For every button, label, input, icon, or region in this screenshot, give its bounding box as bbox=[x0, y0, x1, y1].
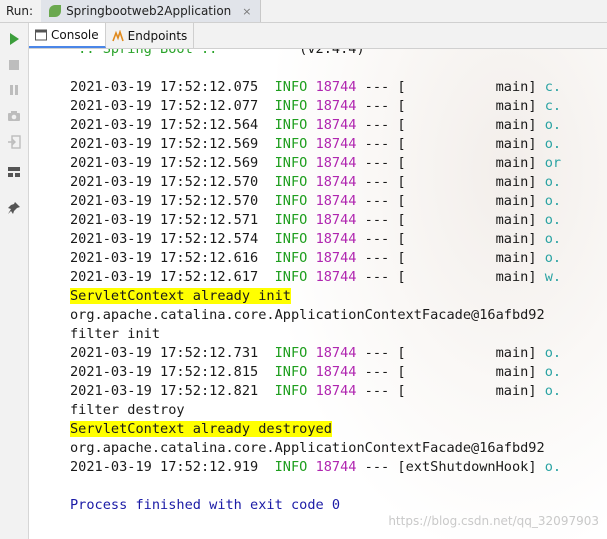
exit-icon bbox=[8, 135, 21, 149]
tab-endpoints-label: Endpoints bbox=[127, 28, 188, 43]
console-text: :: Spring Boot :: (v2.4.4) 2021-03-19 17… bbox=[70, 49, 561, 515]
exit-button[interactable] bbox=[5, 133, 23, 151]
filter-destroy-line: filter destroy bbox=[70, 402, 185, 418]
pause-icon bbox=[10, 85, 18, 95]
log-line: 2021-03-19 17:52:12.815 INFO 18744 --- [… bbox=[70, 364, 562, 380]
pin-icon bbox=[8, 202, 20, 214]
pause-button[interactable] bbox=[5, 81, 23, 99]
run-tool-strip bbox=[0, 23, 29, 539]
log-line: 2021-03-19 17:52:12.075 INFO 18744 --- [… bbox=[70, 79, 562, 95]
log-line: 2021-03-19 17:52:12.077 INFO 18744 --- [… bbox=[70, 98, 562, 114]
filter-init-line: filter init bbox=[70, 326, 161, 342]
pin-tab-button[interactable] bbox=[5, 199, 23, 217]
log-line: 2021-03-19 17:52:12.569 INFO 18744 --- [… bbox=[70, 155, 562, 171]
endpoints-icon bbox=[111, 29, 124, 41]
tab-console[interactable]: Console bbox=[29, 23, 106, 48]
play-icon bbox=[10, 33, 19, 45]
log-line: 2021-03-19 17:52:12.731 INFO 18744 --- [… bbox=[70, 345, 562, 361]
log-line: 2021-03-19 17:52:12.616 INFO 18744 --- [… bbox=[70, 250, 562, 266]
stop-icon bbox=[9, 60, 19, 70]
layout-button[interactable] bbox=[5, 163, 23, 181]
camera-icon bbox=[8, 111, 20, 121]
run-toolbar: Run: Springbootweb2Application × bbox=[0, 0, 607, 23]
log-line: 2021-03-19 17:52:12.617 INFO 18744 --- [… bbox=[70, 269, 562, 285]
console-tab-row: Console Endpoints bbox=[29, 23, 607, 49]
servlet-destroyed-line: ServletContext already destroyed bbox=[70, 421, 332, 437]
log-line: 2021-03-19 17:52:12.570 INFO 18744 --- [… bbox=[70, 193, 562, 209]
log-line: 2021-03-19 17:52:12.571 INFO 18744 --- [… bbox=[70, 212, 562, 228]
servlet-init-line: ServletContext already init bbox=[70, 288, 291, 304]
run-config-tab[interactable]: Springbootweb2Application × bbox=[41, 0, 261, 22]
console-icon bbox=[35, 29, 47, 40]
log-line: 2021-03-19 17:52:12.564 INFO 18744 --- [… bbox=[70, 117, 562, 133]
run-config-title: Springbootweb2Application bbox=[66, 4, 232, 18]
log-line: 2021-03-19 17:52:12.574 INFO 18744 --- [… bbox=[70, 231, 562, 247]
log-line: 2021-03-19 17:52:12.570 INFO 18744 --- [… bbox=[70, 174, 562, 190]
facade-line: org.apache.catalina.core.ApplicationCont… bbox=[70, 307, 545, 323]
facade-line: org.apache.catalina.core.ApplicationCont… bbox=[70, 440, 545, 456]
log-line: 2021-03-19 17:52:12.821 INFO 18744 --- [… bbox=[70, 383, 562, 399]
log-line: 2021-03-19 17:52:12.569 INFO 18744 --- [… bbox=[70, 136, 562, 152]
dump-threads-button[interactable] bbox=[5, 107, 23, 125]
layout-icon bbox=[8, 167, 20, 177]
process-finished-line: Process finished with exit code 0 bbox=[70, 497, 341, 513]
tab-console-label: Console bbox=[51, 27, 99, 42]
run-label: Run: bbox=[6, 4, 34, 18]
banner-line: :: Spring Boot :: (v2.4.4) bbox=[70, 49, 365, 57]
spring-leaf-icon bbox=[49, 5, 62, 17]
tab-endpoints[interactable]: Endpoints bbox=[106, 23, 195, 48]
console-output[interactable]: :: Spring Boot :: (v2.4.4) 2021-03-19 17… bbox=[29, 49, 607, 539]
rerun-button[interactable] bbox=[5, 30, 23, 48]
log-line: 2021-03-19 17:52:12.919 INFO 18744 --- [… bbox=[70, 459, 562, 475]
stop-button[interactable] bbox=[5, 56, 23, 74]
csdn-watermark: https://blog.csdn.net/qq_32097903 bbox=[388, 514, 599, 528]
close-icon[interactable]: × bbox=[242, 5, 251, 18]
